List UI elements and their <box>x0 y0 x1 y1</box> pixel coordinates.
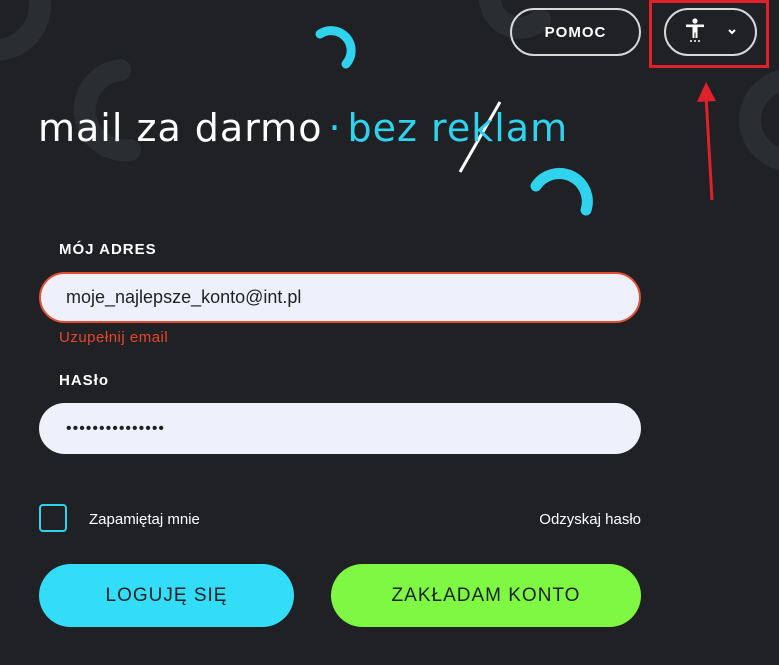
register-button[interactable]: ZAKŁADAM KONTO <box>331 564 641 627</box>
logo-text-primary: mail za darmo <box>38 106 323 150</box>
accessibility-menu-button[interactable] <box>664 8 757 56</box>
logo-separator: · <box>328 106 342 150</box>
remember-me-label[interactable]: Zapamiętaj mnie <box>89 511 200 528</box>
recover-password-link[interactable]: Odzyskaj hasło <box>539 511 641 528</box>
accessibility-person-icon <box>685 17 705 47</box>
login-button[interactable]: LOGUJĘ SIĘ <box>39 564 294 627</box>
password-input[interactable] <box>39 403 641 454</box>
logo-text-secondary: bez reklam <box>347 106 569 150</box>
chevron-down-icon <box>727 23 737 41</box>
email-input[interactable] <box>39 272 641 323</box>
remember-me-checkbox[interactable] <box>39 504 67 532</box>
logo: mail za darmo · bez reklam <box>38 106 568 150</box>
help-button[interactable]: POMOC <box>510 8 641 56</box>
email-error-message: Uzupełnij email <box>59 329 169 346</box>
address-label: MÓJ ADRES <box>59 241 157 258</box>
password-label: HASło <box>59 372 109 389</box>
